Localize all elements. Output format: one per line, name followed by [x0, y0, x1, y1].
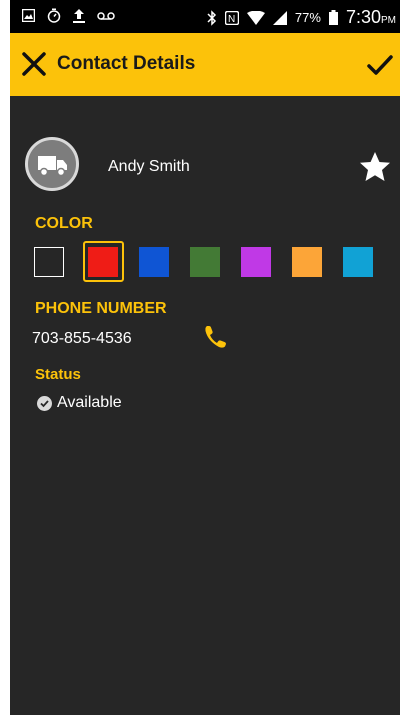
clock: 7:30PM: [346, 7, 396, 28]
battery-icon: [328, 10, 338, 25]
color-swatch-6[interactable]: [292, 247, 322, 277]
status-value: Available: [57, 394, 122, 411]
wifi-icon: [246, 10, 265, 25]
app-header: Contact Details: [10, 33, 400, 96]
status-bar: N 77% 7:30PM: [10, 0, 400, 33]
cell-signal-icon: [272, 10, 287, 25]
checkmark-icon: [367, 55, 393, 75]
color-swatch-1[interactable]: [34, 247, 64, 277]
color-section-label: COLOR: [35, 215, 93, 232]
app-screen: N 77% 7:30PM Contact Details Andy Smith …: [10, 0, 400, 715]
status-section-label: Status: [35, 366, 81, 383]
voicemail-icon: [97, 11, 115, 20]
clock-ampm: PM: [381, 15, 396, 26]
phone-section-label: PHONE NUMBER: [35, 300, 167, 317]
bluetooth-icon: [207, 9, 216, 26]
upload-icon: [73, 9, 85, 23]
color-swatch-3[interactable]: [139, 247, 169, 277]
status-bar-right-icons: N 77% 7:30PM: [207, 7, 396, 28]
phone-number: 703-855-4536: [32, 330, 132, 347]
color-swatch-5[interactable]: [241, 247, 271, 277]
truck-icon: [38, 156, 67, 177]
color-swatch-2[interactable]: [88, 247, 118, 277]
save-button[interactable]: [366, 52, 394, 78]
clock-time: 7:30: [345, 7, 381, 27]
check-circle-icon: [37, 395, 52, 411]
battery-percent: 77%: [294, 10, 321, 25]
contact-name: Andy Smith: [108, 158, 190, 175]
nfc-icon: N: [224, 10, 239, 25]
status-row: Available: [37, 394, 122, 412]
status-bar-left-icons: [22, 8, 115, 23]
color-swatch-4[interactable]: [190, 247, 220, 277]
call-button[interactable]: [202, 323, 230, 351]
star-icon: [360, 152, 390, 181]
phone-icon: [205, 326, 226, 348]
stopwatch-icon: [47, 8, 61, 23]
close-icon: [22, 52, 46, 76]
svg-text:N: N: [228, 14, 235, 25]
avatar: [25, 137, 79, 191]
color-swatch-7[interactable]: [343, 247, 373, 277]
favorite-button[interactable]: [358, 150, 392, 184]
page-title: Contact Details: [57, 53, 196, 74]
gallery-icon: [22, 9, 35, 22]
close-button[interactable]: [20, 50, 50, 80]
